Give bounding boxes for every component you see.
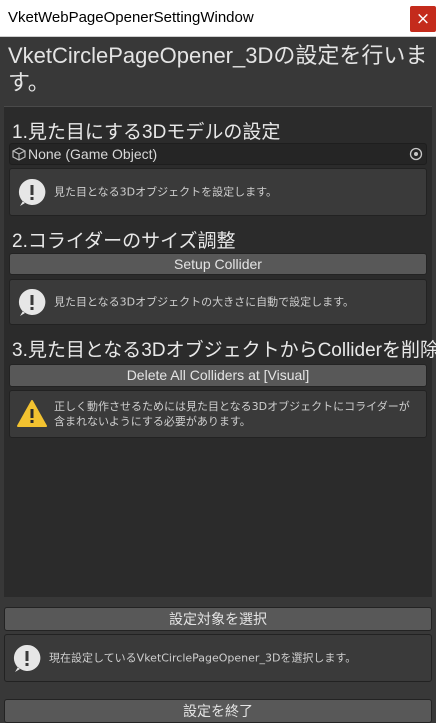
object-field-value: None (Game Object) [28, 146, 158, 162]
info-icon [18, 288, 46, 316]
delete-colliders-button[interactable]: Delete All Colliders at [Visual] [9, 364, 427, 387]
visual-object-field[interactable]: None (Game Object) [9, 143, 427, 165]
object-picker-icon[interactable] [409, 147, 423, 161]
section3-title: 3.見た目となる3DオブジェクトからColliderを削除 [12, 340, 436, 361]
help-box-footer: 現在設定しているVketCirclePageOpener_3Dを選択します。 [4, 634, 432, 682]
info-icon [18, 178, 46, 206]
setup-collider-button[interactable]: Setup Collider [9, 253, 427, 275]
help-text-section2: 見た目となる3Dオブジェクトの大きさに自動で設定します。 [54, 295, 355, 309]
window-titlebar: VketWebPageOpenerSettingWindow × [0, 0, 436, 37]
help-text-section1: 見た目となる3Dオブジェクトを設定します。 [54, 185, 278, 199]
gameobject-icon [12, 147, 26, 161]
window-title: VketWebPageOpenerSettingWindow [8, 9, 254, 26]
warning-text-section3: 正しく動作させるためには見た目となる3Dオブジェクトにコライダーが含まれないよう… [54, 400, 410, 428]
warning-box-section3: 正しく動作させるためには見た目となる3Dオブジェクトにコライダーが含まれないよう… [9, 390, 427, 438]
page-heading: VketCirclePageOpener_3Dの設定を行います。 [8, 43, 428, 95]
help-box-section1: 見た目となる3Dオブジェクトを設定します。 [9, 168, 427, 216]
warning-icon [17, 400, 47, 427]
select-target-button[interactable]: 設定対象を選択 [4, 607, 432, 631]
finish-settings-button[interactable]: 設定を終了 [4, 699, 432, 723]
help-box-section2: 見た目となる3Dオブジェクトの大きさに自動で設定します。 [9, 279, 427, 325]
section1-title: 1.見た目にする3Dモデルの設定 [12, 122, 281, 143]
close-button[interactable]: × [410, 6, 436, 32]
section2-title: 2.コライダーのサイズ調整 [12, 231, 236, 252]
info-icon [13, 644, 41, 672]
help-text-footer: 現在設定しているVketCirclePageOpener_3Dを選択します。 [49, 651, 357, 665]
